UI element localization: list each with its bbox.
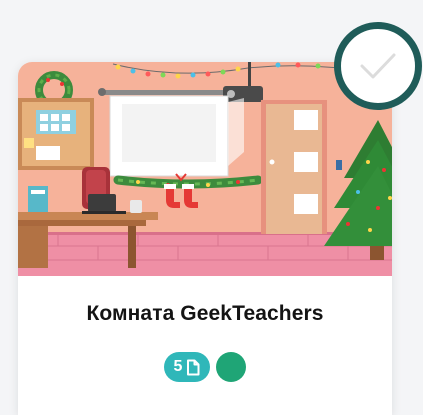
room-thumbnail [18,62,392,276]
selected-check-button[interactable] [334,22,422,110]
pages-count: 5 [173,358,183,375]
checkmark-icon [360,53,396,79]
room-badges: 5 [18,352,392,382]
pages-count-badge: 5 [164,352,210,382]
document-icon [187,359,200,375]
room-title: Комната GeekTeachers [86,302,324,325]
status-dot [216,352,246,382]
room-card[interactable]: Комната GeekTeachers 5 [18,62,392,415]
